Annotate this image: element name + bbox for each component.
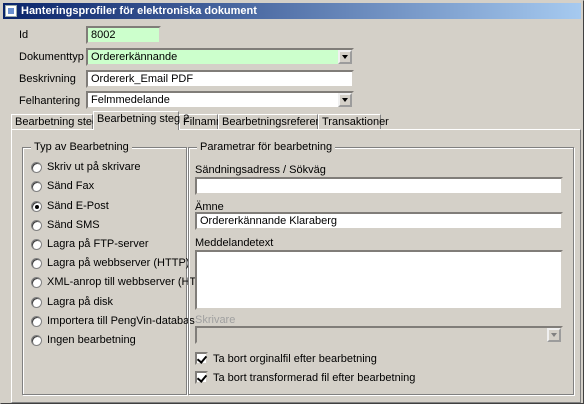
title-bar[interactable]: Hanteringsprofiler för elektroniska doku… bbox=[3, 3, 581, 19]
remove-original-checkbox-row[interactable]: Ta bort orginalfil efter bearbetning bbox=[195, 352, 377, 365]
error-handling-label: Felhantering bbox=[19, 95, 81, 107]
processing-type-title: Typ av Bearbetning bbox=[31, 141, 132, 153]
radio-fax[interactable]: Sänd Fax bbox=[31, 180, 94, 192]
radio-button[interactable] bbox=[31, 219, 42, 231]
radio-button[interactable] bbox=[31, 238, 42, 250]
remove-transformed-checkbox[interactable] bbox=[195, 371, 208, 384]
tab-panel: Typ av Bearbetning Skriv ut på skrivare … bbox=[11, 129, 581, 403]
radio-button[interactable] bbox=[31, 180, 42, 192]
error-handling-combo[interactable]: Felmmedelande bbox=[86, 91, 354, 109]
radio-button[interactable] bbox=[31, 296, 42, 308]
address-field[interactable] bbox=[195, 177, 563, 195]
radio-button[interactable] bbox=[31, 315, 42, 327]
radio-print[interactable]: Skriv ut på skrivare bbox=[31, 161, 141, 173]
radio-button[interactable] bbox=[31, 257, 42, 269]
message-label: Meddelandetext bbox=[195, 237, 274, 249]
id-field[interactable]: 8002 bbox=[86, 26, 161, 44]
radio-disk[interactable]: Lagra på disk bbox=[31, 296, 113, 308]
tab-transaktioner[interactable]: Transaktioner bbox=[318, 114, 389, 130]
radio-ftp[interactable]: Lagra på FTP-server bbox=[31, 238, 148, 250]
chevron-down-icon bbox=[551, 333, 557, 337]
app-icon bbox=[5, 5, 17, 17]
printer-combo[interactable] bbox=[195, 326, 563, 344]
tab-bearbetning-steg-2[interactable]: Bearbetning steg 2 bbox=[93, 111, 189, 130]
error-handling-dropdown-button[interactable] bbox=[338, 93, 352, 107]
remove-original-checkbox[interactable] bbox=[195, 352, 208, 365]
description-label: Beskrivning bbox=[19, 73, 76, 85]
radio-xml-http[interactable]: XML-anrop till webbserver (HTTP) bbox=[31, 276, 214, 288]
printer-label: Skrivare bbox=[195, 314, 236, 326]
radio-pengvin[interactable]: Importera till PengVin-databas bbox=[31, 315, 195, 327]
chevron-down-icon bbox=[342, 98, 348, 102]
window-title: Hanteringsprofiler för elektroniska doku… bbox=[21, 5, 257, 17]
params-title: Parametrar för bearbetning bbox=[197, 141, 336, 153]
params-group: Parametrar för bearbetning Sändningsadre… bbox=[188, 141, 574, 395]
radio-sms[interactable]: Sänd SMS bbox=[31, 219, 100, 231]
radio-email[interactable]: Sänd E-Post bbox=[31, 200, 109, 212]
dialog-window: Hanteringsprofiler för elektroniska doku… bbox=[0, 0, 584, 404]
subject-field[interactable]: Ordererkännande Klaraberg bbox=[195, 212, 563, 230]
tab-bearbetningsreferenser[interactable]: Bearbetningsreferenser bbox=[218, 114, 337, 130]
tab-bearbetning-steg-1[interactable]: Bearbetning steg 1 bbox=[11, 114, 107, 130]
message-textarea[interactable] bbox=[195, 250, 563, 310]
radio-button[interactable] bbox=[31, 161, 42, 173]
printer-dropdown-button[interactable] bbox=[547, 328, 561, 342]
radio-button[interactable] bbox=[31, 276, 42, 288]
radio-none[interactable]: Ingen bearbetning bbox=[31, 334, 136, 346]
remove-transformed-checkbox-row[interactable]: Ta bort transformerad fil efter bearbetn… bbox=[195, 371, 415, 384]
radio-button-selected[interactable] bbox=[31, 200, 42, 212]
description-field[interactable]: Ordererk_Email PDF bbox=[86, 70, 354, 88]
id-label: Id bbox=[19, 29, 29, 41]
radio-http[interactable]: Lagra på webbserver (HTTP) bbox=[31, 257, 189, 269]
doctype-dropdown-button[interactable] bbox=[338, 50, 352, 64]
address-label: Sändningsadress / Sökväg bbox=[195, 164, 326, 176]
processing-type-group: Typ av Bearbetning Skriv ut på skrivare … bbox=[22, 141, 214, 395]
radio-button[interactable] bbox=[31, 334, 42, 346]
chevron-down-icon bbox=[342, 55, 348, 59]
doctype-combo[interactable]: Ordererkännande bbox=[86, 48, 354, 66]
doctype-label: Dokumenttyp bbox=[19, 51, 84, 63]
